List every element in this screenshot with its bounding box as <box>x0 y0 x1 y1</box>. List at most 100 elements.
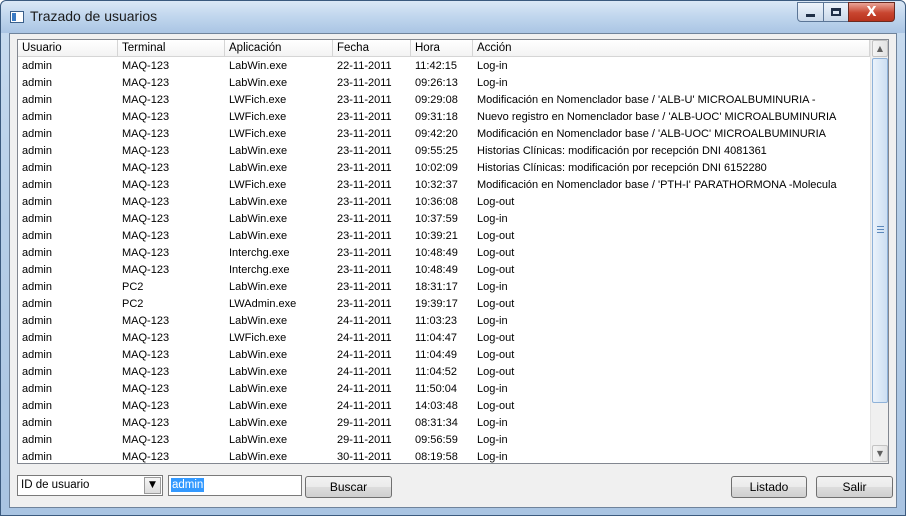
table-row[interactable]: admin MAQ-123 LabWin.exe 24-11-2011 11:04:52… <box>18 364 870 381</box>
cell-fecha: 24-11-2011 <box>337 315 392 327</box>
cell-usuario: admin <box>22 332 52 344</box>
table-row[interactable]: admin MAQ-123 LabWin.exe 24-11-2011 11:03:23… <box>18 313 870 330</box>
close-button[interactable]: X <box>848 2 895 22</box>
user-trace-grid[interactable]: Usuario Terminal Aplicación Fecha Hora A… <box>17 39 889 464</box>
cell-aplicacion: LabWin.exe <box>229 417 288 429</box>
column-header-aplicacion[interactable]: Aplicación <box>225 40 333 57</box>
cell-fecha: 24-11-2011 <box>337 383 392 395</box>
search-field-selected: ID de usuario <box>21 479 90 491</box>
column-header-usuario[interactable]: Usuario <box>18 40 118 57</box>
column-header-hora[interactable]: Hora <box>411 40 473 57</box>
cell-hora: 10:36:08 <box>415 196 458 208</box>
cell-aplicacion: LabWin.exe <box>229 230 288 242</box>
cell-usuario: admin <box>22 366 52 378</box>
cell-fecha: 23-11-2011 <box>337 111 392 123</box>
cell-terminal: MAQ-123 <box>122 247 170 259</box>
cell-accion: Log-in <box>477 315 508 327</box>
listado-button[interactable]: Listado <box>731 476 807 498</box>
cell-terminal: MAQ-123 <box>122 77 170 89</box>
table-row[interactable]: admin MAQ-123 LabWin.exe 23-11-2011 10:02:09… <box>18 160 870 177</box>
table-row[interactable]: admin MAQ-123 LabWin.exe 24-11-2011 11:50:04… <box>18 381 870 398</box>
cell-terminal: PC2 <box>122 298 144 310</box>
cell-usuario: admin <box>22 196 52 208</box>
table-row[interactable]: admin MAQ-123 LabWin.exe 24-11-2011 11:04:49… <box>18 347 870 364</box>
cell-terminal: MAQ-123 <box>122 213 170 225</box>
minimize-icon <box>806 14 815 17</box>
cell-accion: Log-in <box>477 281 508 293</box>
cell-fecha: 22-11-2011 <box>337 60 392 72</box>
cell-hora: 08:19:58 <box>415 451 458 463</box>
cell-accion: Modificación en Nomenclador base / 'ALB-… <box>477 94 816 106</box>
cell-aplicacion: LWFich.exe <box>229 332 287 344</box>
cell-aplicacion: LabWin.exe <box>229 196 288 208</box>
cell-terminal: MAQ-123 <box>122 60 170 72</box>
cell-hora: 10:48:49 <box>415 264 458 276</box>
vertical-scrollbar[interactable]: ▲ ▼ <box>870 40 888 463</box>
cell-terminal: MAQ-123 <box>122 451 170 463</box>
column-header-fecha[interactable]: Fecha <box>333 40 411 57</box>
column-header-accion[interactable]: Acción <box>473 40 870 57</box>
cell-usuario: admin <box>22 383 52 395</box>
table-row[interactable]: admin MAQ-123 LWFich.exe 23-11-2011 09:31:18… <box>18 109 870 126</box>
scrollbar-thumb[interactable] <box>872 58 888 403</box>
scroll-down-arrow-icon: ▼ <box>876 449 884 458</box>
table-row[interactable]: admin MAQ-123 LabWin.exe 29-11-2011 09:56:59… <box>18 432 870 449</box>
thumb-grip-icon <box>877 226 884 227</box>
cell-accion: Modificación en Nomenclador base / 'ALB-… <box>477 128 826 140</box>
cell-hora: 09:55:25 <box>415 145 458 157</box>
cell-terminal: MAQ-123 <box>122 230 170 242</box>
table-row[interactable]: admin MAQ-123 LWFich.exe 24-11-2011 11:04:47… <box>18 330 870 347</box>
maximize-button[interactable] <box>823 2 849 22</box>
table-row[interactable]: admin MAQ-123 LWFich.exe 23-11-2011 09:29:08… <box>18 92 870 109</box>
cell-usuario: admin <box>22 298 52 310</box>
cell-fecha: 23-11-2011 <box>337 230 392 242</box>
cell-hora: 11:42:15 <box>415 60 458 72</box>
search-field-select[interactable]: ID de usuario ▼ <box>17 475 163 496</box>
table-row[interactable]: admin MAQ-123 LWFich.exe 23-11-2011 09:42:20… <box>18 126 870 143</box>
title-bar[interactable]: Trazado de usuarios X <box>1 1 905 33</box>
scroll-up-button[interactable]: ▲ <box>872 40 888 57</box>
table-row[interactable]: admin MAQ-123 LWFich.exe 23-11-2011 10:32:37… <box>18 177 870 194</box>
chevron-down-icon[interactable]: ▼ <box>144 477 161 494</box>
cell-fecha: 23-11-2011 <box>337 77 392 89</box>
cell-terminal: PC2 <box>122 281 144 293</box>
cell-usuario: admin <box>22 60 52 72</box>
cell-fecha: 23-11-2011 <box>337 94 392 106</box>
table-row[interactable]: admin PC2 LabWin.exe 23-11-2011 18:31:17 Log-… <box>18 279 870 296</box>
cell-aplicacion: LabWin.exe <box>229 434 288 446</box>
table-row[interactable]: admin MAQ-123 LabWin.exe 24-11-2011 14:03:48… <box>18 398 870 415</box>
search-input[interactable] <box>168 475 302 496</box>
table-row[interactable]: admin MAQ-123 Interchg.exe 23-11-2011 10:48:… <box>18 245 870 262</box>
cell-aplicacion: LWFich.exe <box>229 111 287 123</box>
table-row[interactable]: admin MAQ-123 LabWin.exe 30-11-2011 08:19:58… <box>18 449 870 463</box>
scroll-down-button[interactable]: ▼ <box>872 445 888 462</box>
table-row[interactable]: admin MAQ-123 LabWin.exe 23-11-2011 10:39:21… <box>18 228 870 245</box>
cell-usuario: admin <box>22 281 52 293</box>
bottom-toolbar: ID de usuario ▼ admin Buscar Listado Sal… <box>10 464 896 508</box>
table-row[interactable]: admin MAQ-123 LabWin.exe 29-11-2011 08:31:34… <box>18 415 870 432</box>
salir-button[interactable]: Salir <box>816 476 893 498</box>
table-row[interactable]: admin MAQ-123 LabWin.exe 23-11-2011 09:55:25… <box>18 143 870 160</box>
table-row[interactable]: admin MAQ-123 LabWin.exe 23-11-2011 09:26:13… <box>18 75 870 92</box>
cell-fecha: 29-11-2011 <box>337 434 392 446</box>
cell-usuario: admin <box>22 349 52 361</box>
cell-terminal: MAQ-123 <box>122 145 170 157</box>
column-header-terminal[interactable]: Terminal <box>118 40 225 57</box>
cell-terminal: MAQ-123 <box>122 332 170 344</box>
table-row[interactable]: admin MAQ-123 LabWin.exe 22-11-2011 11:42:15… <box>18 58 870 75</box>
table-row[interactable]: admin PC2 LWAdmin.exe 23-11-2011 19:39:17 Log… <box>18 296 870 313</box>
buscar-button[interactable]: Buscar <box>305 476 392 498</box>
table-row[interactable]: admin MAQ-123 LabWin.exe 23-11-2011 10:36:08… <box>18 194 870 211</box>
minimize-button[interactable] <box>797 2 824 22</box>
cell-aplicacion: LWFich.exe <box>229 179 287 191</box>
cell-fecha: 23-11-2011 <box>337 196 392 208</box>
table-row[interactable]: admin MAQ-123 LabWin.exe 23-11-2011 10:37:59… <box>18 211 870 228</box>
cell-accion: Log-out <box>477 196 515 208</box>
table-row[interactable]: admin MAQ-123 Interchg.exe 23-11-2011 10:48:… <box>18 262 870 279</box>
cell-aplicacion: Interchg.exe <box>229 247 290 259</box>
cell-terminal: MAQ-123 <box>122 383 170 395</box>
cell-aplicacion: LabWin.exe <box>229 145 288 157</box>
cell-fecha: 29-11-2011 <box>337 417 392 429</box>
cell-hora: 08:31:34 <box>415 417 458 429</box>
cell-usuario: admin <box>22 315 52 327</box>
